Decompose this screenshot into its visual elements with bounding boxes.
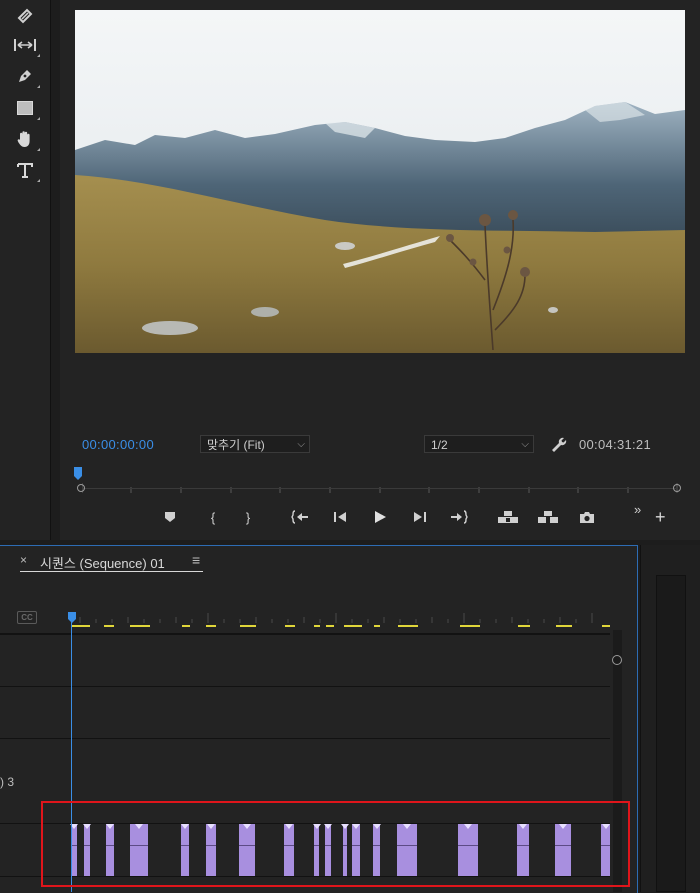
- rectangle-tool-icon[interactable]: [12, 96, 40, 120]
- mark-out-icon[interactable]: }: [238, 508, 258, 526]
- zoom-scrollbar-right-handle[interactable]: [673, 484, 681, 492]
- button-editor-add-icon[interactable]: +: [655, 508, 666, 526]
- zoom-scrollbar-left-handle[interactable]: [77, 484, 85, 492]
- duration-timecode: 00:04:31:21: [579, 437, 651, 452]
- hand-tool-icon[interactable]: [12, 127, 40, 151]
- highlight-box: [41, 801, 630, 887]
- add-marker-icon[interactable]: [160, 508, 180, 526]
- go-to-in-icon[interactable]: [290, 508, 310, 526]
- program-monitor-viewer[interactable]: [75, 10, 685, 353]
- marker-bar[interactable]: [518, 625, 530, 627]
- marker-bar[interactable]: [104, 625, 114, 627]
- marker-bar[interactable]: [314, 625, 320, 627]
- marker-bar[interactable]: [240, 625, 256, 627]
- marker-bar[interactable]: [130, 625, 150, 627]
- program-playhead[interactable]: [74, 467, 82, 481]
- marker-bar[interactable]: [72, 625, 90, 627]
- export-frame-camera-icon[interactable]: [577, 508, 597, 526]
- zoom-scrollbar-track[interactable]: [82, 488, 678, 489]
- panel-menu-icon[interactable]: ≡: [192, 552, 200, 568]
- lift-icon[interactable]: [497, 508, 519, 526]
- video-track[interactable]: [0, 634, 610, 687]
- pen-tool-icon[interactable]: [12, 64, 40, 88]
- type-tool-icon[interactable]: [12, 158, 40, 182]
- track-label: ) 3: [0, 775, 15, 789]
- audio-meter: [656, 575, 686, 892]
- step-back-icon[interactable]: [330, 508, 350, 526]
- chevron-down-icon: ⌵: [521, 439, 529, 450]
- marker-bar[interactable]: [182, 625, 190, 627]
- mountain-meadow-landscape-image: [75, 10, 685, 353]
- zoom-level-select[interactable]: 맞추기 (Fit) ⌵: [200, 435, 310, 453]
- video-track[interactable]: [0, 687, 610, 739]
- tools-panel: [0, 0, 51, 540]
- zoom-level-value: 맞추기 (Fit): [207, 438, 265, 452]
- wrench-icon[interactable]: [549, 435, 567, 453]
- timeline-time-ruler[interactable]: [70, 610, 610, 623]
- mark-in-icon[interactable]: {: [203, 508, 223, 526]
- timeline-playhead[interactable]: [68, 611, 76, 623]
- more-controls-icon[interactable]: »: [634, 502, 641, 517]
- marker-bar[interactable]: [206, 625, 216, 627]
- playback-resolution-value: 1/2: [431, 438, 448, 452]
- audio-meter-panel: [640, 545, 700, 892]
- active-tab-underline: [20, 571, 203, 572]
- sequence-tab-title[interactable]: 시퀀스 (Sequence) 01: [40, 553, 165, 572]
- extract-icon[interactable]: [537, 508, 559, 526]
- marker-bar[interactable]: [326, 625, 334, 627]
- marker-bar[interactable]: [285, 625, 295, 627]
- playback-resolution-select[interactable]: 1/2 ⌵: [424, 435, 534, 453]
- marker-bar[interactable]: [344, 625, 362, 627]
- current-timecode[interactable]: 00:00:00:00: [82, 437, 154, 452]
- marker-bar[interactable]: [374, 625, 380, 627]
- play-icon[interactable]: [370, 508, 390, 526]
- marker-bar[interactable]: [556, 625, 572, 627]
- marker-bar[interactable]: [460, 625, 480, 627]
- marker-bar[interactable]: [398, 625, 418, 627]
- step-forward-icon[interactable]: [410, 508, 430, 526]
- captions-toggle[interactable]: CC: [17, 611, 37, 624]
- close-tab-icon[interactable]: ×: [20, 553, 27, 567]
- slip-tool-icon[interactable]: [12, 33, 40, 57]
- razor-icon[interactable]: [12, 4, 38, 28]
- go-to-out-icon[interactable]: [449, 508, 469, 526]
- chevron-down-icon: ⌵: [297, 439, 305, 450]
- marker-bar[interactable]: [602, 625, 610, 627]
- scrollbar-handle[interactable]: [612, 655, 622, 665]
